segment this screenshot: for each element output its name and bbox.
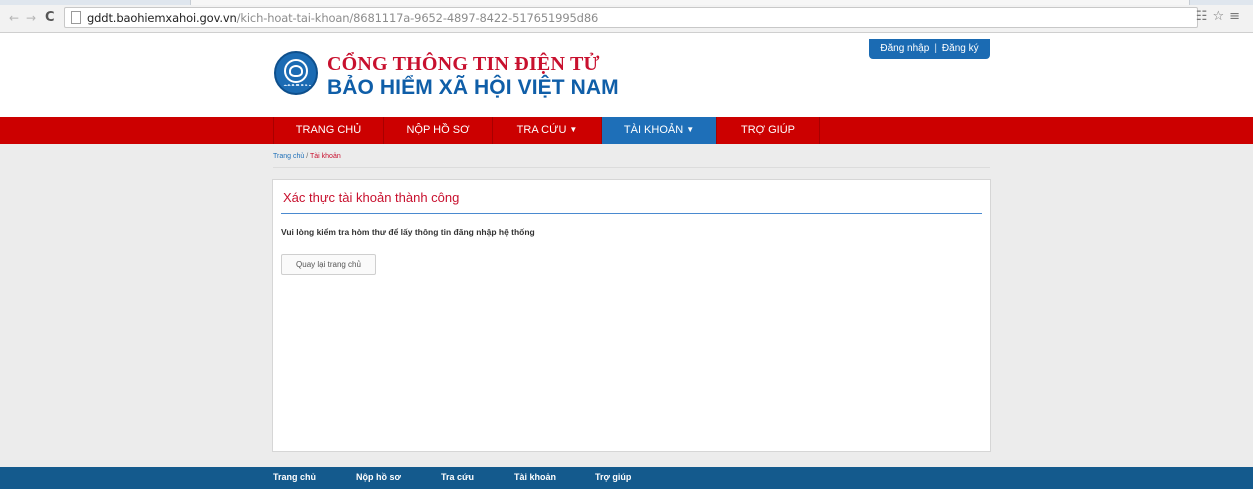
active-tab[interactable]: [190, 0, 1190, 5]
page-icon: [71, 11, 81, 24]
nav-item-tro-giup[interactable]: TRỢ GIÚP: [717, 117, 820, 144]
nav-item-label: TRỢ GIÚP: [740, 124, 796, 136]
breadcrumb-current: Tài khoản: [309, 153, 341, 160]
nav-item-tai-khoan[interactable]: TÀI KHOẢN ▼: [602, 117, 717, 144]
address-bar[interactable]: gddt.baohiemxahoi.gov.vn/kich-hoat-tai-k…: [64, 7, 1198, 28]
browser-menu-icons[interactable]: ☷☆≡: [1196, 9, 1245, 24]
breadcrumb-divider: [273, 167, 990, 168]
site-footer: Trang chủ Nộp hồ sơ Tra cứu Tài khoản Tr…: [0, 467, 1253, 489]
reload-icon[interactable]: C: [45, 10, 55, 26]
back-to-home-button[interactable]: Quay lại trang chủ: [281, 254, 376, 275]
breadcrumb-home-link[interactable]: Trang chủ: [273, 153, 304, 160]
url-path: /kich-hoat-tai-khoan/8681117a-9652-4897-…: [236, 11, 599, 25]
logo-emblem: [289, 65, 303, 77]
main-nav: TRANG CHỦ NỘP HỒ SƠ TRA CỨU ▼ TÀI KHOẢN ▼ …: [0, 117, 1253, 144]
forward-arrow-icon[interactable]: →: [26, 10, 36, 26]
chevron-down-icon: ▼: [686, 125, 695, 134]
login-link[interactable]: Đăng nhập: [880, 43, 929, 54]
site-title-line2: BẢO HIỂM XÃ HỘI VIỆT NAM: [327, 76, 619, 99]
url-text[interactable]: gddt.baohiemxahoi.gov.vn/kich-hoat-tai-k…: [87, 11, 598, 25]
chevron-down-icon: ▼: [569, 125, 578, 134]
browser-chrome: ← → C gddt.baohiemxahoi.gov.vn/kich-hoat…: [0, 0, 1253, 33]
footer-link-trang-chu[interactable]: Trang chủ: [273, 472, 316, 482]
nav-item-label: TRANG CHỦ: [295, 124, 362, 136]
tab-strip: [0, 0, 1253, 5]
instruction-message: Vui lòng kiểm tra hòm thư để lấy thông t…: [281, 227, 535, 237]
breadcrumb: Trang chủ / Tài khoản: [273, 153, 341, 160]
nav-item-tra-cuu[interactable]: TRA CỨU ▼: [493, 117, 602, 144]
auth-box: Đăng nhập | Đăng ký: [869, 39, 990, 59]
logo-ring-text: [282, 84, 312, 88]
footer-link-tra-cuu[interactable]: Tra cứu: [441, 472, 474, 482]
nav-item-label: NỘP HỒ SƠ: [406, 124, 470, 136]
nav-item-nop-ho-so[interactable]: NỘP HỒ SƠ: [384, 117, 493, 144]
url-host: gddt.baohiemxahoi.gov.vn: [87, 11, 237, 25]
title-divider: [281, 213, 982, 214]
footer-link-tai-khoan[interactable]: Tài khoản: [514, 472, 556, 482]
back-arrow-icon[interactable]: ←: [9, 10, 19, 26]
bhxh-logo-icon[interactable]: [274, 51, 318, 95]
nav-item-trang-chu[interactable]: TRANG CHỦ: [273, 117, 384, 144]
nav-item-label: TRA CỨU: [516, 124, 567, 136]
page-title: Xác thực tài khoản thành công: [283, 190, 460, 205]
content-panel: Xác thực tài khoản thành công Vui lòng k…: [272, 179, 991, 452]
site-header: CỔNG THÔNG TIN ĐIỆN TỬ BẢO HIỂM XÃ HỘI V…: [0, 33, 1253, 117]
site-title-line1: CỔNG THÔNG TIN ĐIỆN TỬ: [327, 53, 600, 75]
nav-item-label: TÀI KHOẢN: [623, 124, 684, 136]
register-link[interactable]: Đăng ký: [942, 43, 979, 54]
footer-link-nop-ho-so[interactable]: Nộp hồ sơ: [356, 472, 401, 482]
auth-separator: |: [934, 43, 937, 54]
footer-link-tro-giup[interactable]: Trợ giúp: [595, 472, 631, 482]
